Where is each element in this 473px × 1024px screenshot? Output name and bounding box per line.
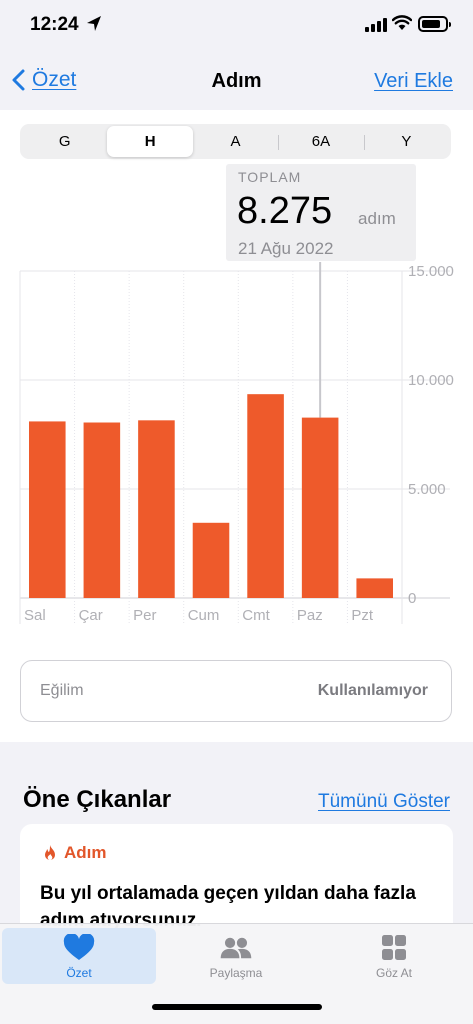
- tab-browse-label: Göz At: [375, 966, 413, 980]
- highlight-card-title-label: Adım: [64, 843, 107, 862]
- y-tick-label: 15.000: [408, 263, 454, 280]
- y-tick-label: 10.000: [408, 372, 454, 389]
- time-range-segmented-control: G H A 6A Y: [20, 124, 451, 159]
- tooltip-unit: adım: [358, 209, 396, 228]
- bar: [192, 522, 230, 598]
- battery-icon: [418, 16, 451, 32]
- home-indicator: [152, 1004, 322, 1010]
- segment-month[interactable]: A: [193, 126, 278, 157]
- tab-summary[interactable]: Özet: [2, 928, 156, 984]
- trend-value: Kullanılamıyor: [317, 682, 428, 699]
- segment-day[interactable]: G: [22, 126, 107, 157]
- highlights-header: Öne Çıkanlar: [23, 786, 172, 813]
- steps-bar-chart[interactable]: 15.000 10.000 5.000 0 Sal Çar Per Cum Cmt Paz Pzt: [0, 262, 473, 642]
- y-tick-label: 5.000: [408, 481, 446, 498]
- bar: [356, 578, 393, 598]
- x-tick-label: Çar: [79, 607, 103, 624]
- tab-sharing-label: Paylaşma: [209, 966, 263, 980]
- navigation-bar: Özet Adım Veri Ekle: [0, 56, 473, 108]
- grid-icon: [382, 935, 406, 960]
- tab-summary-label: Özet: [66, 966, 92, 980]
- bar: [138, 420, 175, 598]
- bar: [29, 421, 66, 598]
- location-arrow-icon: [87, 16, 101, 31]
- wifi-icon: [392, 15, 412, 30]
- cellular-signal-icon: [365, 18, 387, 32]
- show-all-link[interactable]: Tümünü Göster: [318, 791, 450, 813]
- segment-year[interactable]: Y: [363, 126, 449, 157]
- x-tick-label: Paz: [297, 607, 323, 624]
- add-data-button[interactable]: Veri Ekle: [374, 70, 453, 93]
- segment-six-months[interactable]: 6A: [278, 126, 363, 157]
- heart-icon: [63, 934, 95, 960]
- bar: [83, 422, 121, 598]
- people-icon: [220, 937, 252, 959]
- status-bar: 12:24: [0, 0, 473, 50]
- status-time: 12:24: [30, 14, 79, 35]
- x-tick-label: Cmt: [242, 607, 270, 624]
- trend-row[interactable]: Eğilim Kullanılamıyor: [20, 660, 452, 722]
- trend-label: Eğilim: [40, 682, 84, 699]
- bar: [301, 417, 339, 598]
- flame-icon: [45, 845, 55, 860]
- segment-week[interactable]: H: [107, 126, 193, 157]
- bar: [247, 394, 284, 598]
- tooltip-label: TOPLAM: [238, 169, 302, 185]
- y-tick-label: 0: [408, 590, 416, 607]
- highlight-card-title: Adım: [42, 843, 107, 863]
- x-tick-label: Cum: [188, 607, 220, 624]
- selection-tooltip: TOPLAM 8.275 adım 21 Ağu 2022: [226, 164, 416, 261]
- x-tick-label: Pzt: [351, 607, 374, 624]
- x-tick-label: Sal: [24, 607, 46, 624]
- tab-sharing[interactable]: Paylaşma: [159, 928, 313, 984]
- tooltip-value: 8.275: [237, 190, 333, 232]
- tab-browse[interactable]: Göz At: [317, 928, 471, 984]
- x-tick-label: Per: [133, 607, 156, 624]
- tooltip-date: 21 Ağu 2022: [238, 239, 334, 258]
